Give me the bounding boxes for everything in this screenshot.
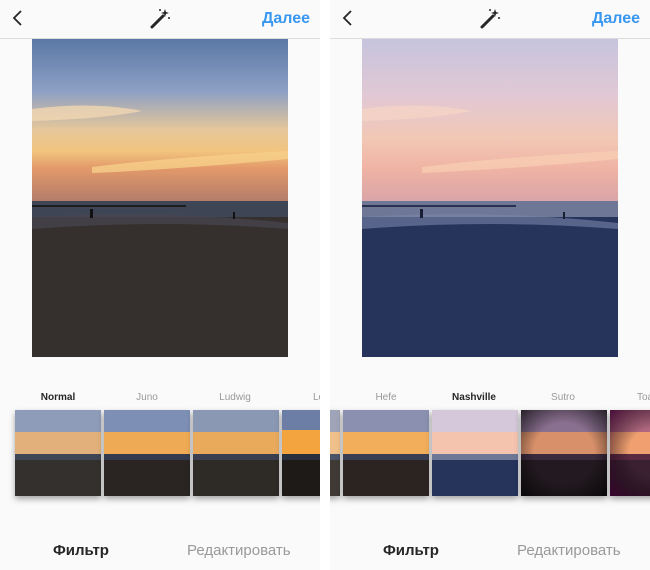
top-bar: Далее: [330, 0, 650, 39]
filter-thumbnail-ludwig[interactable]: [193, 410, 279, 496]
panel-divider: [320, 0, 330, 570]
filter-label-ludwig[interactable]: Ludwig: [195, 392, 275, 403]
filter-label-lofi[interactable]: Lo: [283, 392, 320, 403]
filter-thumbnail-hefe-2[interactable]: [343, 410, 429, 496]
next-button[interactable]: Далее: [262, 10, 310, 28]
filter-thumbnail-normal[interactable]: [15, 410, 101, 496]
filter-label-sutro[interactable]: Sutro: [523, 392, 603, 403]
photo-preview: [32, 39, 288, 357]
editor-panel-normal: Далее Normal Juno Ludwig L Фильтр Редакт…: [0, 0, 320, 570]
filter-label-toaster[interactable]: Toa: [607, 392, 650, 403]
back-chevron-icon[interactable]: [339, 8, 357, 28]
filter-label-normal[interactable]: Normal: [18, 392, 98, 403]
filter-thumbnail-nashville[interactable]: [432, 410, 518, 496]
back-chevron-icon[interactable]: [9, 8, 27, 28]
top-bar: Далее: [0, 0, 320, 39]
filter-names-row: Normal Juno Ludwig Lo: [0, 392, 320, 406]
tab-filter[interactable]: Фильтр: [383, 542, 439, 559]
tab-filter[interactable]: Фильтр: [53, 542, 109, 559]
tab-edit[interactable]: Редактировать: [187, 542, 291, 559]
filter-label-hefe[interactable]: Hefe: [346, 392, 426, 403]
magic-wand-icon[interactable]: [478, 7, 502, 31]
filter-thumbnail-lofi[interactable]: [282, 410, 320, 496]
filter-names-row: Hefe Nashville Sutro Toa: [330, 392, 650, 406]
photo-preview: [362, 39, 618, 357]
filter-thumbnail-juno[interactable]: [104, 410, 190, 496]
editor-panel-nashville: Далее Hefe Nashville Sutro To Фильтр Ред…: [330, 0, 650, 570]
filter-thumbnail-sutro[interactable]: [521, 410, 607, 496]
tab-edit[interactable]: Редактировать: [517, 542, 621, 559]
magic-wand-icon[interactable]: [148, 7, 172, 31]
filter-label-juno[interactable]: Juno: [107, 392, 187, 403]
filter-thumbnail-toaster[interactable]: [610, 410, 650, 496]
filter-thumbnail-hefe[interactable]: [330, 410, 340, 496]
next-button[interactable]: Далее: [592, 10, 640, 28]
filter-label-nashville[interactable]: Nashville: [434, 392, 514, 403]
